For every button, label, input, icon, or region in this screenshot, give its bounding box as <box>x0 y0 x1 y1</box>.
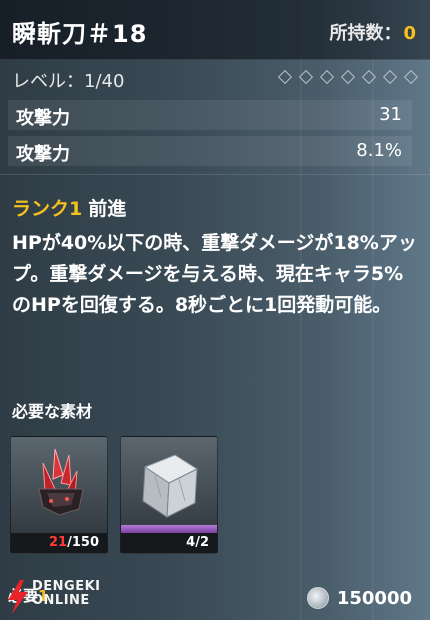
watermark: DENGEKI ONLINE <box>6 578 126 618</box>
level-row: レベル：1/40 <box>0 60 430 96</box>
weapon-name: 瞬斬刀＃18 <box>12 20 148 48</box>
red-crystal-shard-icon <box>38 448 84 516</box>
owned-label: 所持数： <box>329 23 402 44</box>
rarity-strip <box>11 525 107 533</box>
stat-row-attack: 攻撃力 31 <box>8 100 412 130</box>
skill-description: HPが40%以下の時、重撃ダメージが18%アップ。重撃ダメージを与える時、現在キ… <box>12 232 417 316</box>
diamond-icon <box>340 69 356 85</box>
skill-title: ランク1 前進 <box>12 194 126 221</box>
watermark-line1: DENGEKI <box>32 579 101 594</box>
material-have: 21 <box>49 535 68 550</box>
owned-number: 0 <box>403 23 416 44</box>
stat-label: 攻撃力 <box>16 108 70 129</box>
coin-cost: 150000 <box>306 587 412 609</box>
lightning-logo-icon <box>8 580 28 614</box>
watermark-text: DENGEKI ONLINE <box>32 580 101 608</box>
skill-name: 前進 <box>88 198 127 220</box>
level-text: レベル：1/40 <box>12 71 125 92</box>
material-have: 4 <box>186 535 196 550</box>
watermark-line2: ONLINE <box>32 593 90 608</box>
owned-count: 所持数： 0 <box>329 19 416 45</box>
weapon-detail-panel: 瞬斬刀＃18 所持数： 0 レベル：1/40 攻撃力 31 攻撃力 8.1% ラン… <box>0 0 430 620</box>
rarity-strip <box>121 525 217 533</box>
diamond-icon <box>361 69 377 85</box>
skill-rank: ランク1 <box>12 198 83 220</box>
refinement-diamonds <box>277 69 419 85</box>
stat-value: 8.1% <box>356 140 402 161</box>
materials-title: 必要な素材 <box>12 402 93 421</box>
coin-icon <box>306 587 329 609</box>
silver-cube-icon <box>142 454 199 518</box>
diamond-icon <box>382 69 398 85</box>
diamond-icon <box>298 69 314 85</box>
stat-row-attack-percent: 攻撃力 8.1% <box>8 136 412 166</box>
stat-value: 31 <box>379 104 402 125</box>
coin-value: 150000 <box>336 587 412 609</box>
material-card[interactable]: 21/150 <box>10 436 108 554</box>
material-count: 4/2 <box>121 533 217 553</box>
divider <box>0 174 430 175</box>
material-count: 21/150 <box>11 533 107 553</box>
stat-label: 攻撃力 <box>16 144 70 165</box>
diamond-icon <box>277 69 293 85</box>
diamond-icon <box>319 69 335 85</box>
material-card[interactable]: 4/2 <box>120 436 218 554</box>
diamond-icon <box>403 69 419 85</box>
material-need: /150 <box>67 535 99 550</box>
weapon-header: 瞬斬刀＃18 所持数： 0 <box>0 0 430 60</box>
material-need: /2 <box>195 535 209 550</box>
